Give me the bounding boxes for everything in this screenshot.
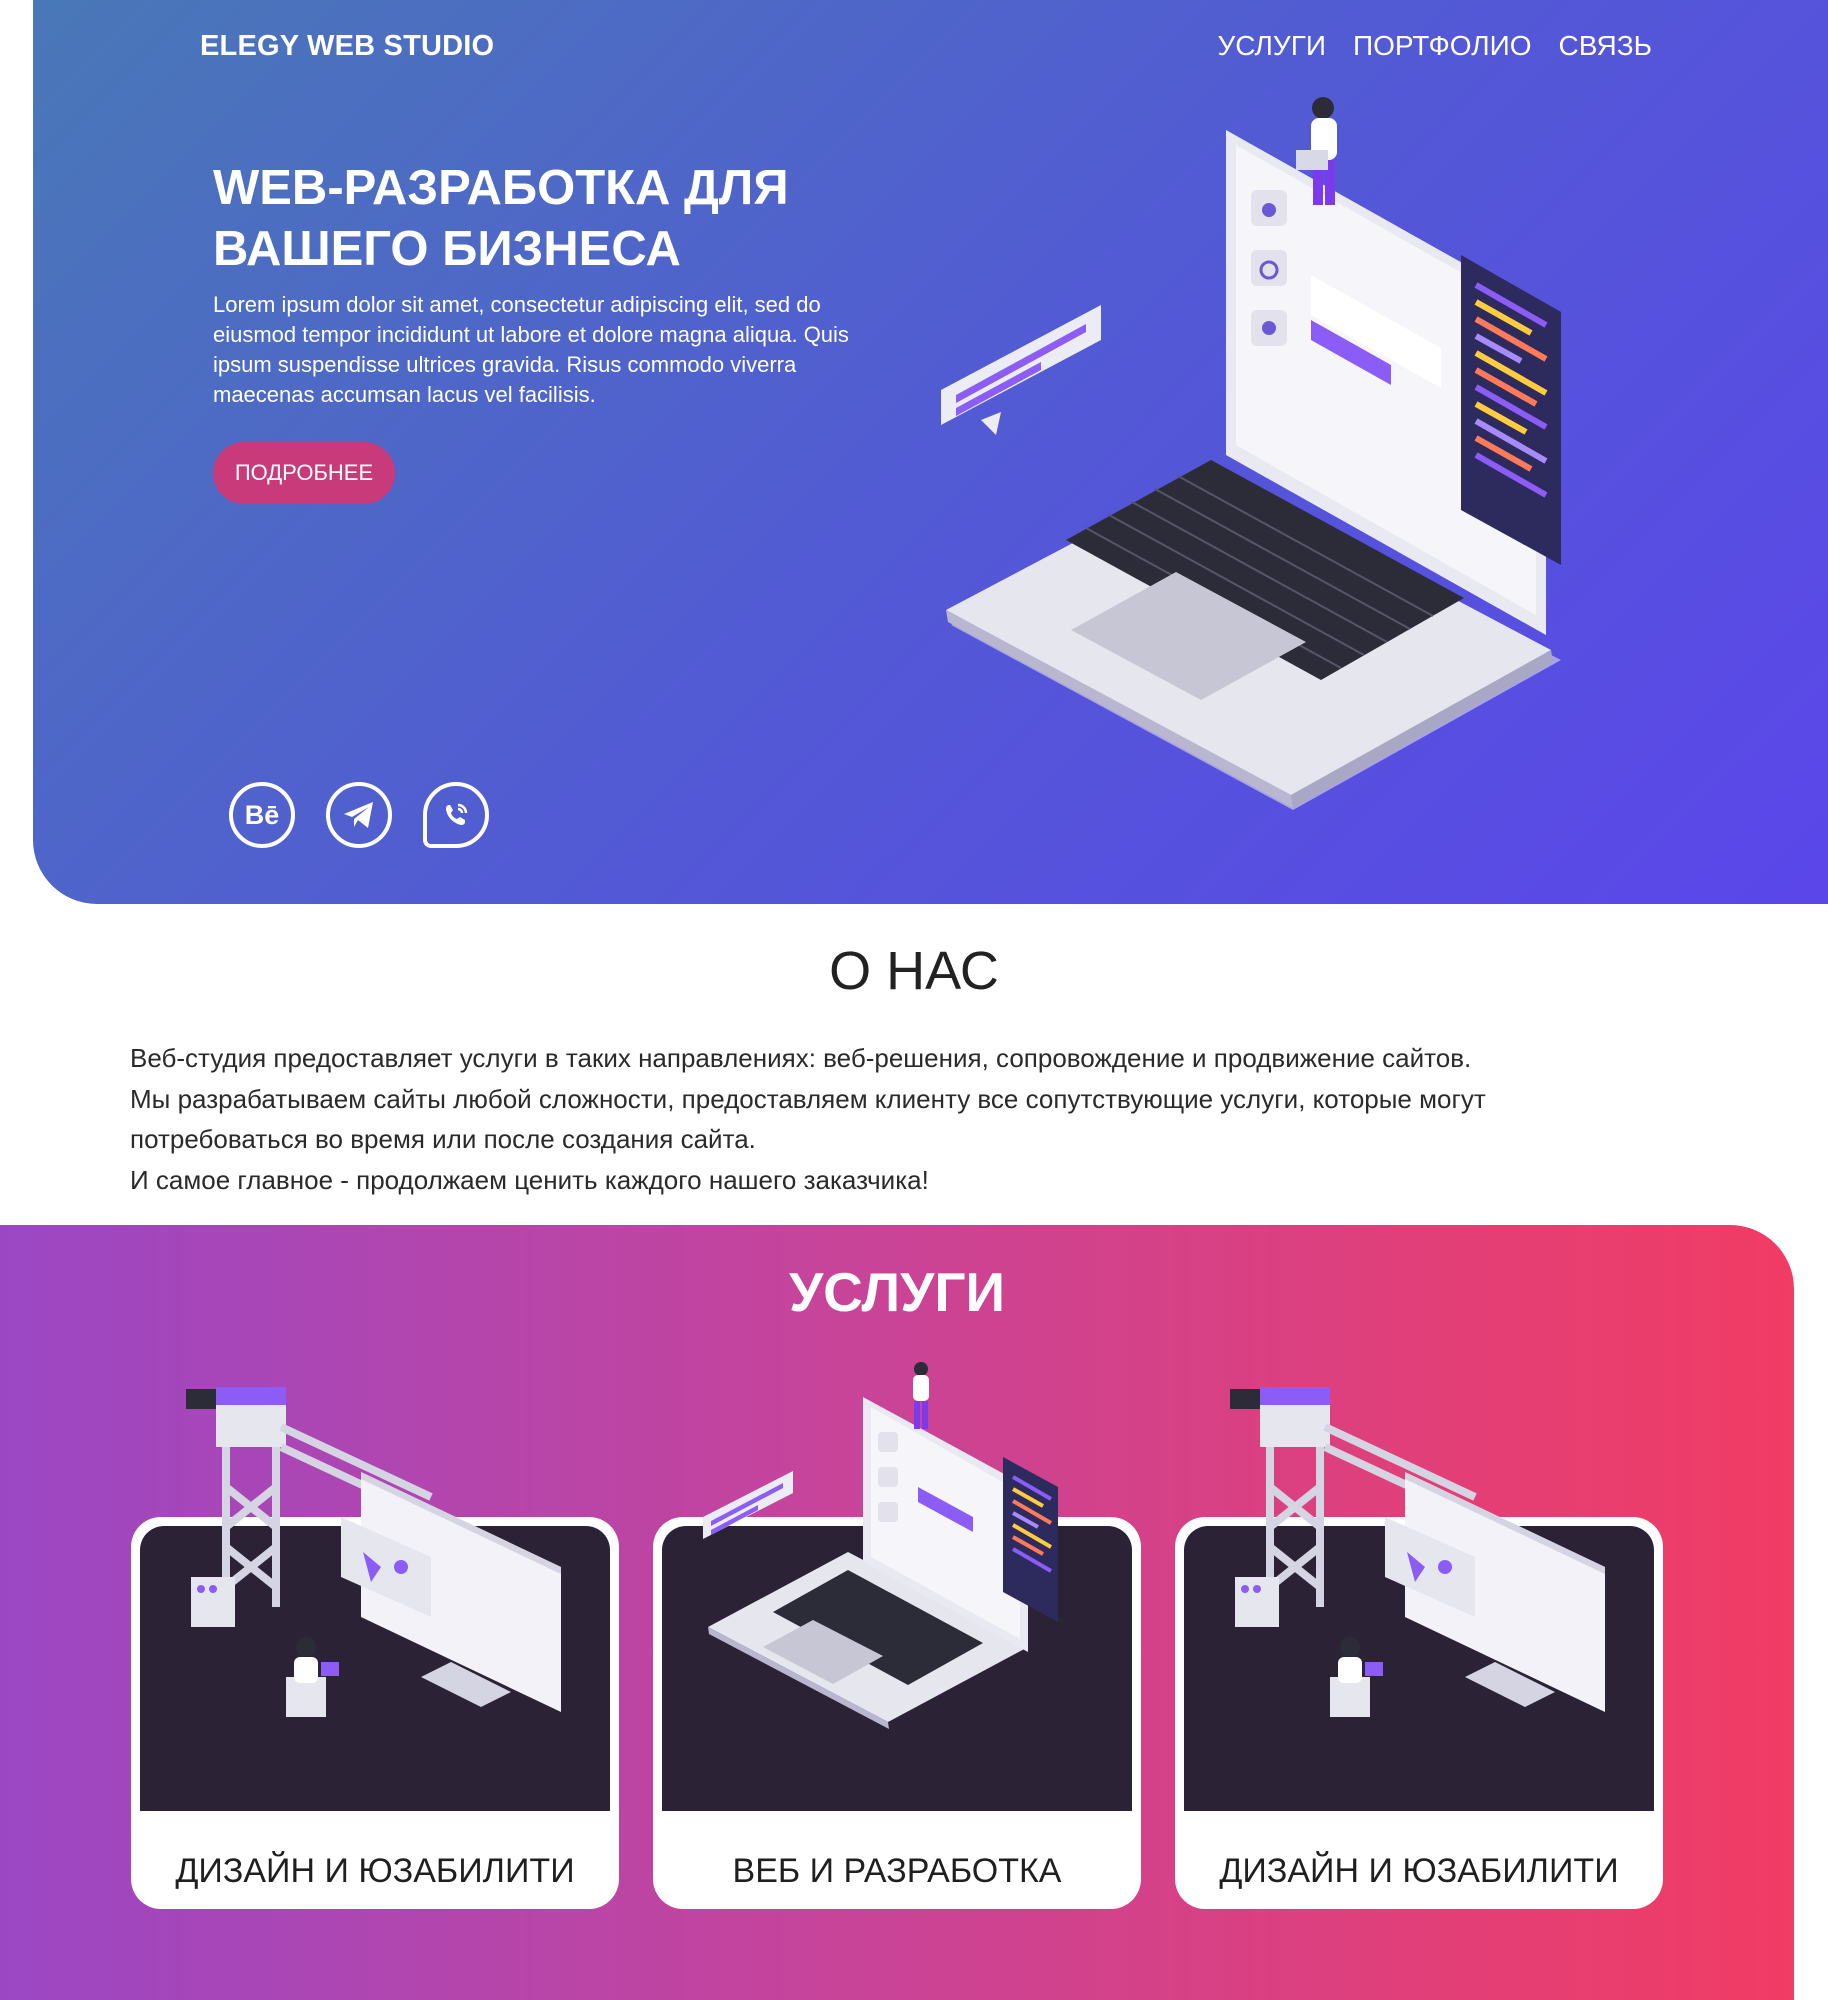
card-label: ДИЗАЙН И ЮЗАБИЛИТИ — [175, 1852, 575, 1890]
service-card-web[interactable]: ВЕБ И РАЗРАБОТКА — [653, 1362, 1141, 1909]
main-nav: УСЛУГИ ПОРТФОЛИО СВЯЗЬ — [1217, 30, 1652, 62]
services-section: УСЛУГИ ДИЗАЙН И ЮЗАБИЛИТИ ВЕБ И РАЗРАБОТ… — [0, 1225, 1794, 2000]
card-label: ВЕБ И РАЗРАБОТКА — [732, 1852, 1062, 1890]
hero-description: Lorem ipsum dolor sit amet, consectetur … — [213, 292, 849, 407]
viber-icon[interactable] — [423, 782, 489, 848]
crane-illustration — [186, 1387, 561, 1717]
nav-contact[interactable]: СВЯЗЬ — [1559, 30, 1652, 62]
card-label: ДИЗАЙН И ЮЗАБИЛИТИ — [1219, 1852, 1619, 1890]
hero-title: WEB-РАЗРАБОТКА ДЛЯ ВАШЕГО БИЗНЕСА — [213, 161, 789, 276]
about-paragraph-2: Мы разрабатываем сайты любой сложности, … — [130, 1083, 1486, 1155]
services-title: УСЛУГИ — [788, 1261, 1006, 1323]
telegram-icon[interactable] — [326, 782, 392, 848]
logo[interactable]: ELEGY WEB STUDIO — [200, 30, 494, 63]
behance-label: Bē — [244, 799, 280, 830]
social-links: Bē — [229, 782, 489, 848]
laptop-illustration — [941, 97, 1561, 810]
hero-section: ELEGY WEB STUDIO УСЛУГИ ПОРТФОЛИО СВЯЗЬ … — [33, 0, 1828, 904]
about-text: Веб-студия предоставляет услуги в таких … — [130, 1038, 1610, 1200]
about-paragraph-3: И самое главное - продолжаем ценить кажд… — [130, 1164, 929, 1195]
nav-services[interactable]: УСЛУГИ — [1217, 30, 1326, 62]
service-card-design[interactable]: ДИЗАЙН И ЮЗАБИЛИТИ — [131, 1387, 619, 1909]
about-title: О НАС — [829, 941, 999, 1001]
about-paragraph-1: Веб-студия предоставляет услуги в таких … — [130, 1043, 1472, 1073]
nav-portfolio[interactable]: ПОРТФОЛИО — [1353, 30, 1532, 62]
crane-illustration — [1230, 1387, 1605, 1717]
laptop-illustration-small — [703, 1362, 1058, 1729]
service-card-design-2[interactable]: ДИЗАЙН И ЮЗАБИЛИТИ — [1175, 1387, 1663, 1909]
more-button[interactable]: ПОДРОБНЕЕ — [213, 442, 395, 504]
behance-icon[interactable]: Bē — [229, 782, 295, 848]
